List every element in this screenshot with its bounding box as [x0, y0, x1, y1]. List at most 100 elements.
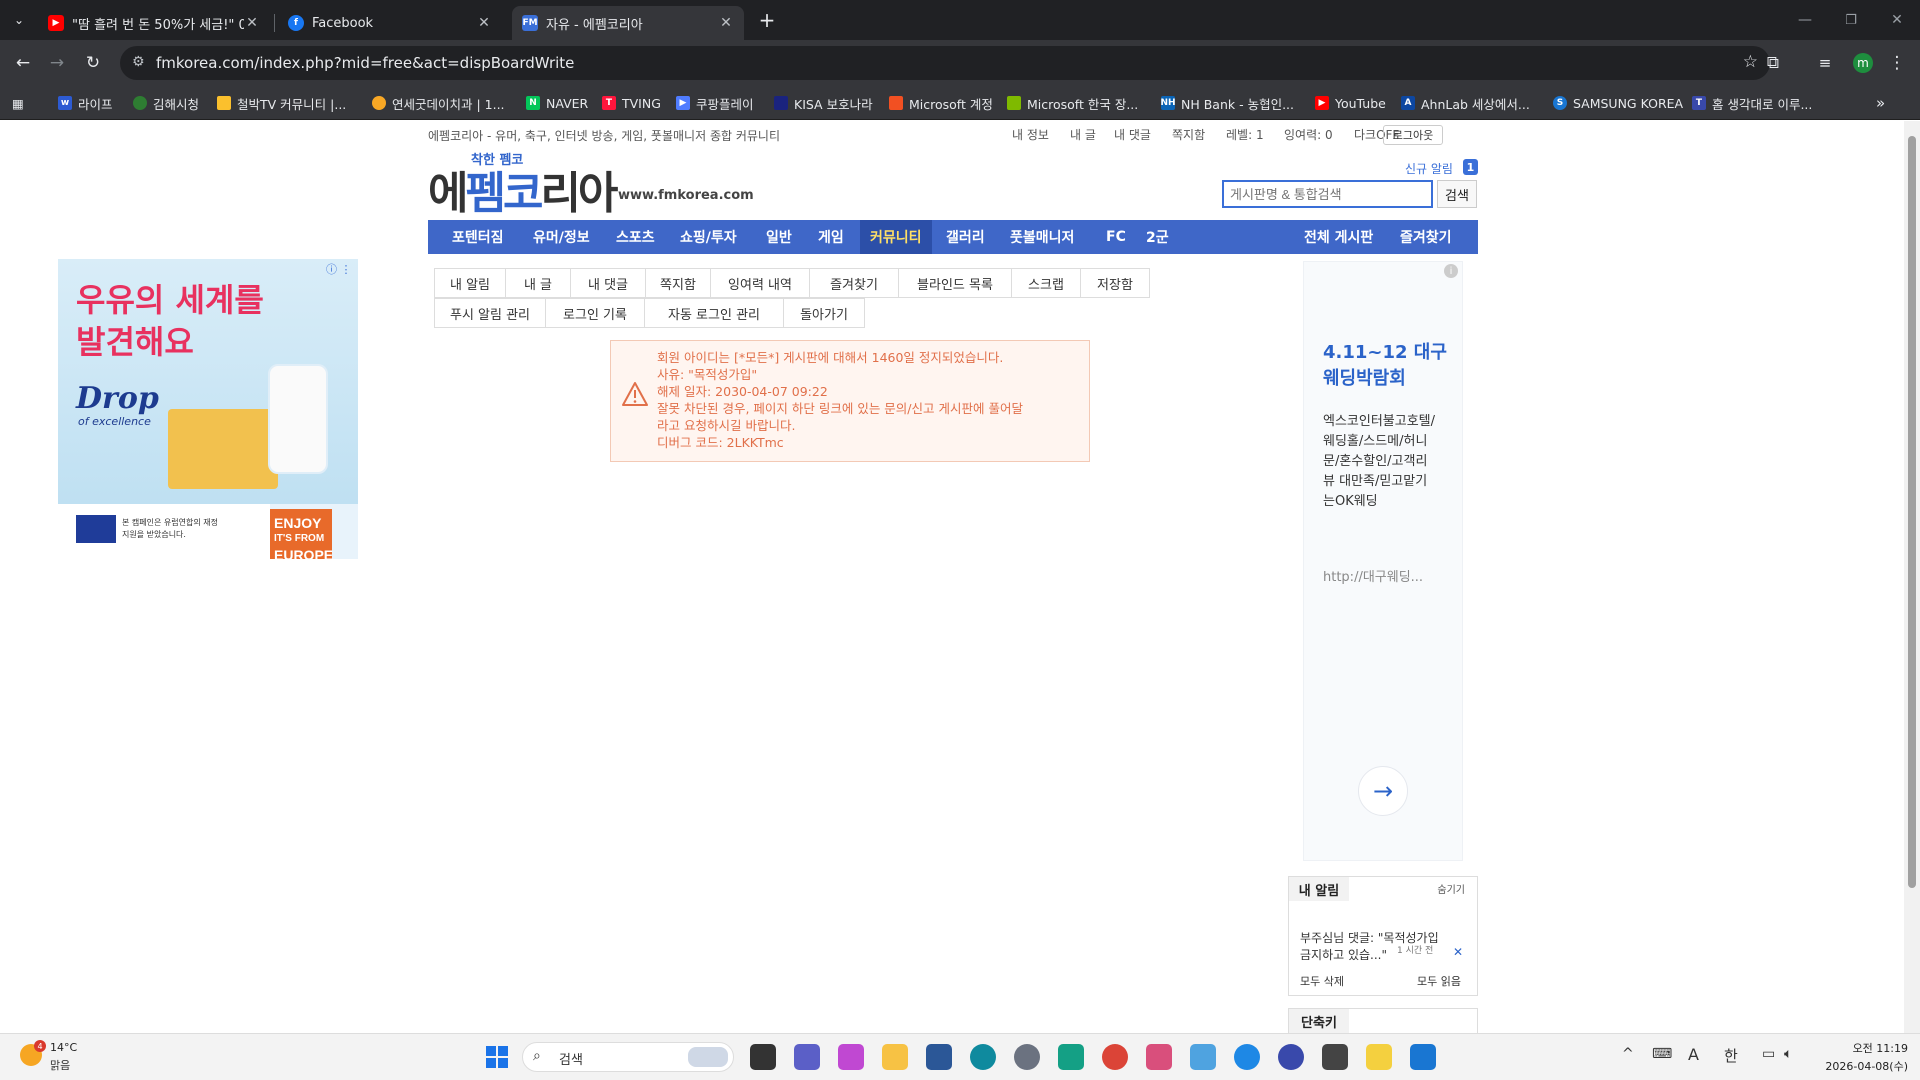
ad-info-icon[interactable]: i	[1444, 264, 1458, 278]
chrome-icon[interactable]	[1102, 1044, 1128, 1070]
bookmark-item[interactable]: ▶ 쿠팡플레이	[676, 94, 754, 112]
file-explorer-icon[interactable]	[882, 1044, 908, 1070]
store-icon[interactable]	[926, 1044, 952, 1070]
notification-count-badge[interactable]: 1	[1463, 159, 1478, 175]
task-view-icon[interactable]	[750, 1044, 776, 1070]
delete-notification-icon[interactable]: ✕	[1453, 945, 1463, 959]
close-tab-icon[interactable]: ✕	[718, 15, 734, 31]
nav-item-community[interactable]: 커뮤니티	[860, 220, 932, 254]
bookmark-item[interactable]: 김해시청	[133, 94, 199, 112]
nav-item[interactable]: 포텐터짐	[440, 220, 516, 254]
tab-youtube[interactable]: ▶ "땀 흘려 번 돈 50%가 세금!" 0 ✕	[38, 6, 270, 40]
apps-icon[interactable]: ▦	[12, 94, 24, 112]
subnav-item[interactable]: 로그인 기록	[545, 298, 645, 328]
app-icon[interactable]	[1278, 1044, 1304, 1070]
subnav-item[interactable]: 잉여력 내역	[710, 268, 810, 298]
bookmark-item[interactable]: 철박TV 커뮤니티 |...	[217, 94, 346, 112]
my-info-link[interactable]: 내 정보	[1012, 126, 1049, 143]
messages-link[interactable]: 쪽지함	[1172, 126, 1205, 143]
nav-item[interactable]: 게임	[808, 220, 854, 254]
restore-icon[interactable]: ❐	[1838, 7, 1864, 33]
subnav-item[interactable]: 자동 로그인 관리	[644, 298, 784, 328]
subnav-item[interactable]: 돌아가기	[783, 298, 865, 328]
subnav-item[interactable]: 내 글	[505, 268, 571, 298]
subnav-item[interactable]: 저장함	[1080, 268, 1150, 298]
nav-item[interactable]: 갤러리	[936, 220, 995, 254]
close-tab-icon[interactable]: ✕	[244, 15, 260, 31]
read-all-link[interactable]: 모두 읽음	[1417, 973, 1461, 989]
subnav-item[interactable]: 내 알림	[434, 268, 506, 298]
minimize-icon[interactable]: —	[1792, 7, 1818, 33]
subnav-item[interactable]: 푸시 알림 관리	[434, 298, 546, 328]
bookmark-item[interactable]: Microsoft 계정	[889, 94, 993, 112]
teams-icon[interactable]	[794, 1044, 820, 1070]
snipping-tool-icon[interactable]	[1146, 1044, 1172, 1070]
nav-all-boards[interactable]: 전체 게시판	[1294, 220, 1383, 254]
bookmark-item[interactable]: A AhnLab 세상에서...	[1401, 94, 1530, 112]
bookmark-item[interactable]: KISA 보호나라	[774, 94, 873, 112]
scrollbar-thumb[interactable]	[1908, 136, 1916, 888]
hide-notifications-link[interactable]: 숨기기	[1437, 881, 1465, 896]
bookmark-item[interactable]: NH NH Bank - 농협인...	[1160, 94, 1294, 112]
nav-item[interactable]: FC	[1096, 220, 1136, 254]
tab-search-icon[interactable]: ⌄	[6, 7, 32, 33]
search-input[interactable]	[1222, 180, 1433, 208]
bookmark-star-icon[interactable]: ☆	[1743, 52, 1758, 72]
back-icon[interactable]: ←	[10, 50, 36, 76]
tab-fmkorea[interactable]: FM 자유 - 에펨코리아 ✕	[512, 6, 744, 40]
ime-hangul[interactable]: 한	[1724, 1045, 1738, 1066]
sticky-notes-icon[interactable]	[1366, 1044, 1392, 1070]
left-advertisement[interactable]: 우유의 세계를 발견해요 Drop of excellence ENJOY IT…	[58, 259, 358, 559]
media-icon[interactable]: ≡	[1812, 50, 1838, 76]
copilot-icon[interactable]	[838, 1044, 864, 1070]
bookmark-item[interactable]: ▶ YouTube	[1315, 94, 1386, 112]
chevron-up-icon[interactable]: ^	[1622, 1046, 1634, 1062]
nav-item[interactable]: 2군	[1136, 220, 1179, 254]
nav-favorites[interactable]: 즐겨찾기	[1390, 220, 1462, 254]
ad-info-icon[interactable]: ⓘ ⋮	[326, 261, 352, 277]
nav-item[interactable]: 일반	[756, 220, 802, 254]
forward-icon[interactable]: →	[44, 50, 70, 76]
subnav-item[interactable]: 쪽지함	[645, 268, 711, 298]
address-bar[interactable]: ⚙ fmkorea.com/index.php?mid=free&act=dis…	[120, 46, 1770, 80]
menu-icon[interactable]: ⋮	[1884, 50, 1910, 76]
nav-item[interactable]: 스포츠	[606, 220, 665, 254]
logout-button[interactable]: 로그아웃	[1383, 125, 1443, 145]
network-icon[interactable]: ▭	[1762, 1046, 1775, 1062]
keyboard-icon[interactable]: ⌨	[1652, 1046, 1672, 1062]
bookmark-item[interactable]: Microsoft 한국 장...	[1007, 94, 1138, 112]
clock-time[interactable]: 오전 11:19	[1818, 1040, 1908, 1056]
close-tab-icon[interactable]: ✕	[476, 15, 492, 31]
subnav-item[interactable]: 블라인드 목록	[898, 268, 1012, 298]
tab-facebook[interactable]: f Facebook ✕	[278, 6, 502, 40]
nav-item[interactable]: 쇼핑/투자	[670, 220, 747, 254]
site-logo[interactable]: 에펨코리아	[428, 157, 618, 221]
extensions-icon[interactable]: ⧉	[1760, 50, 1786, 76]
volume-icon[interactable]: 🔈︎	[1784, 1046, 1792, 1062]
new-tab-icon[interactable]: +	[754, 7, 780, 33]
subnav-item[interactable]: 스크랩	[1011, 268, 1081, 298]
app-icon[interactable]	[1234, 1044, 1260, 1070]
edge-icon[interactable]	[970, 1044, 996, 1070]
bookmark-item[interactable]: 연세굿데이치과 | 1...	[372, 94, 505, 112]
bookmark-item[interactable]: w 라이프	[58, 94, 113, 112]
clock-app-icon[interactable]	[1322, 1044, 1348, 1070]
bookmark-item[interactable]: S SAMSUNG KOREA	[1553, 94, 1683, 112]
ime-mode[interactable]: A	[1688, 1045, 1699, 1064]
my-posts-link[interactable]: 내 글	[1070, 126, 1096, 143]
bookmark-item[interactable]: N NAVER	[526, 94, 588, 112]
nav-item[interactable]: 풋볼매니저	[1000, 220, 1084, 254]
app-icon[interactable]	[1058, 1044, 1084, 1070]
subnav-item[interactable]: 내 댓글	[570, 268, 646, 298]
ad-arrow-button[interactable]: →	[1358, 766, 1408, 816]
more-bookmarks-icon[interactable]: »	[1876, 94, 1885, 112]
reload-icon[interactable]: ↻	[80, 50, 106, 76]
notification-text[interactable]: 금지하고 있습..."	[1300, 946, 1387, 963]
site-info-icon[interactable]: ⚙	[132, 54, 145, 70]
calendar-icon[interactable]	[1410, 1044, 1436, 1070]
app-icon[interactable]	[1190, 1044, 1216, 1070]
close-window-icon[interactable]: ✕	[1884, 7, 1910, 33]
clock-date[interactable]: 2026-04-08(수)	[1818, 1058, 1908, 1074]
search-button[interactable]: 검색	[1437, 180, 1477, 208]
my-comments-link[interactable]: 내 댓글	[1114, 126, 1151, 143]
